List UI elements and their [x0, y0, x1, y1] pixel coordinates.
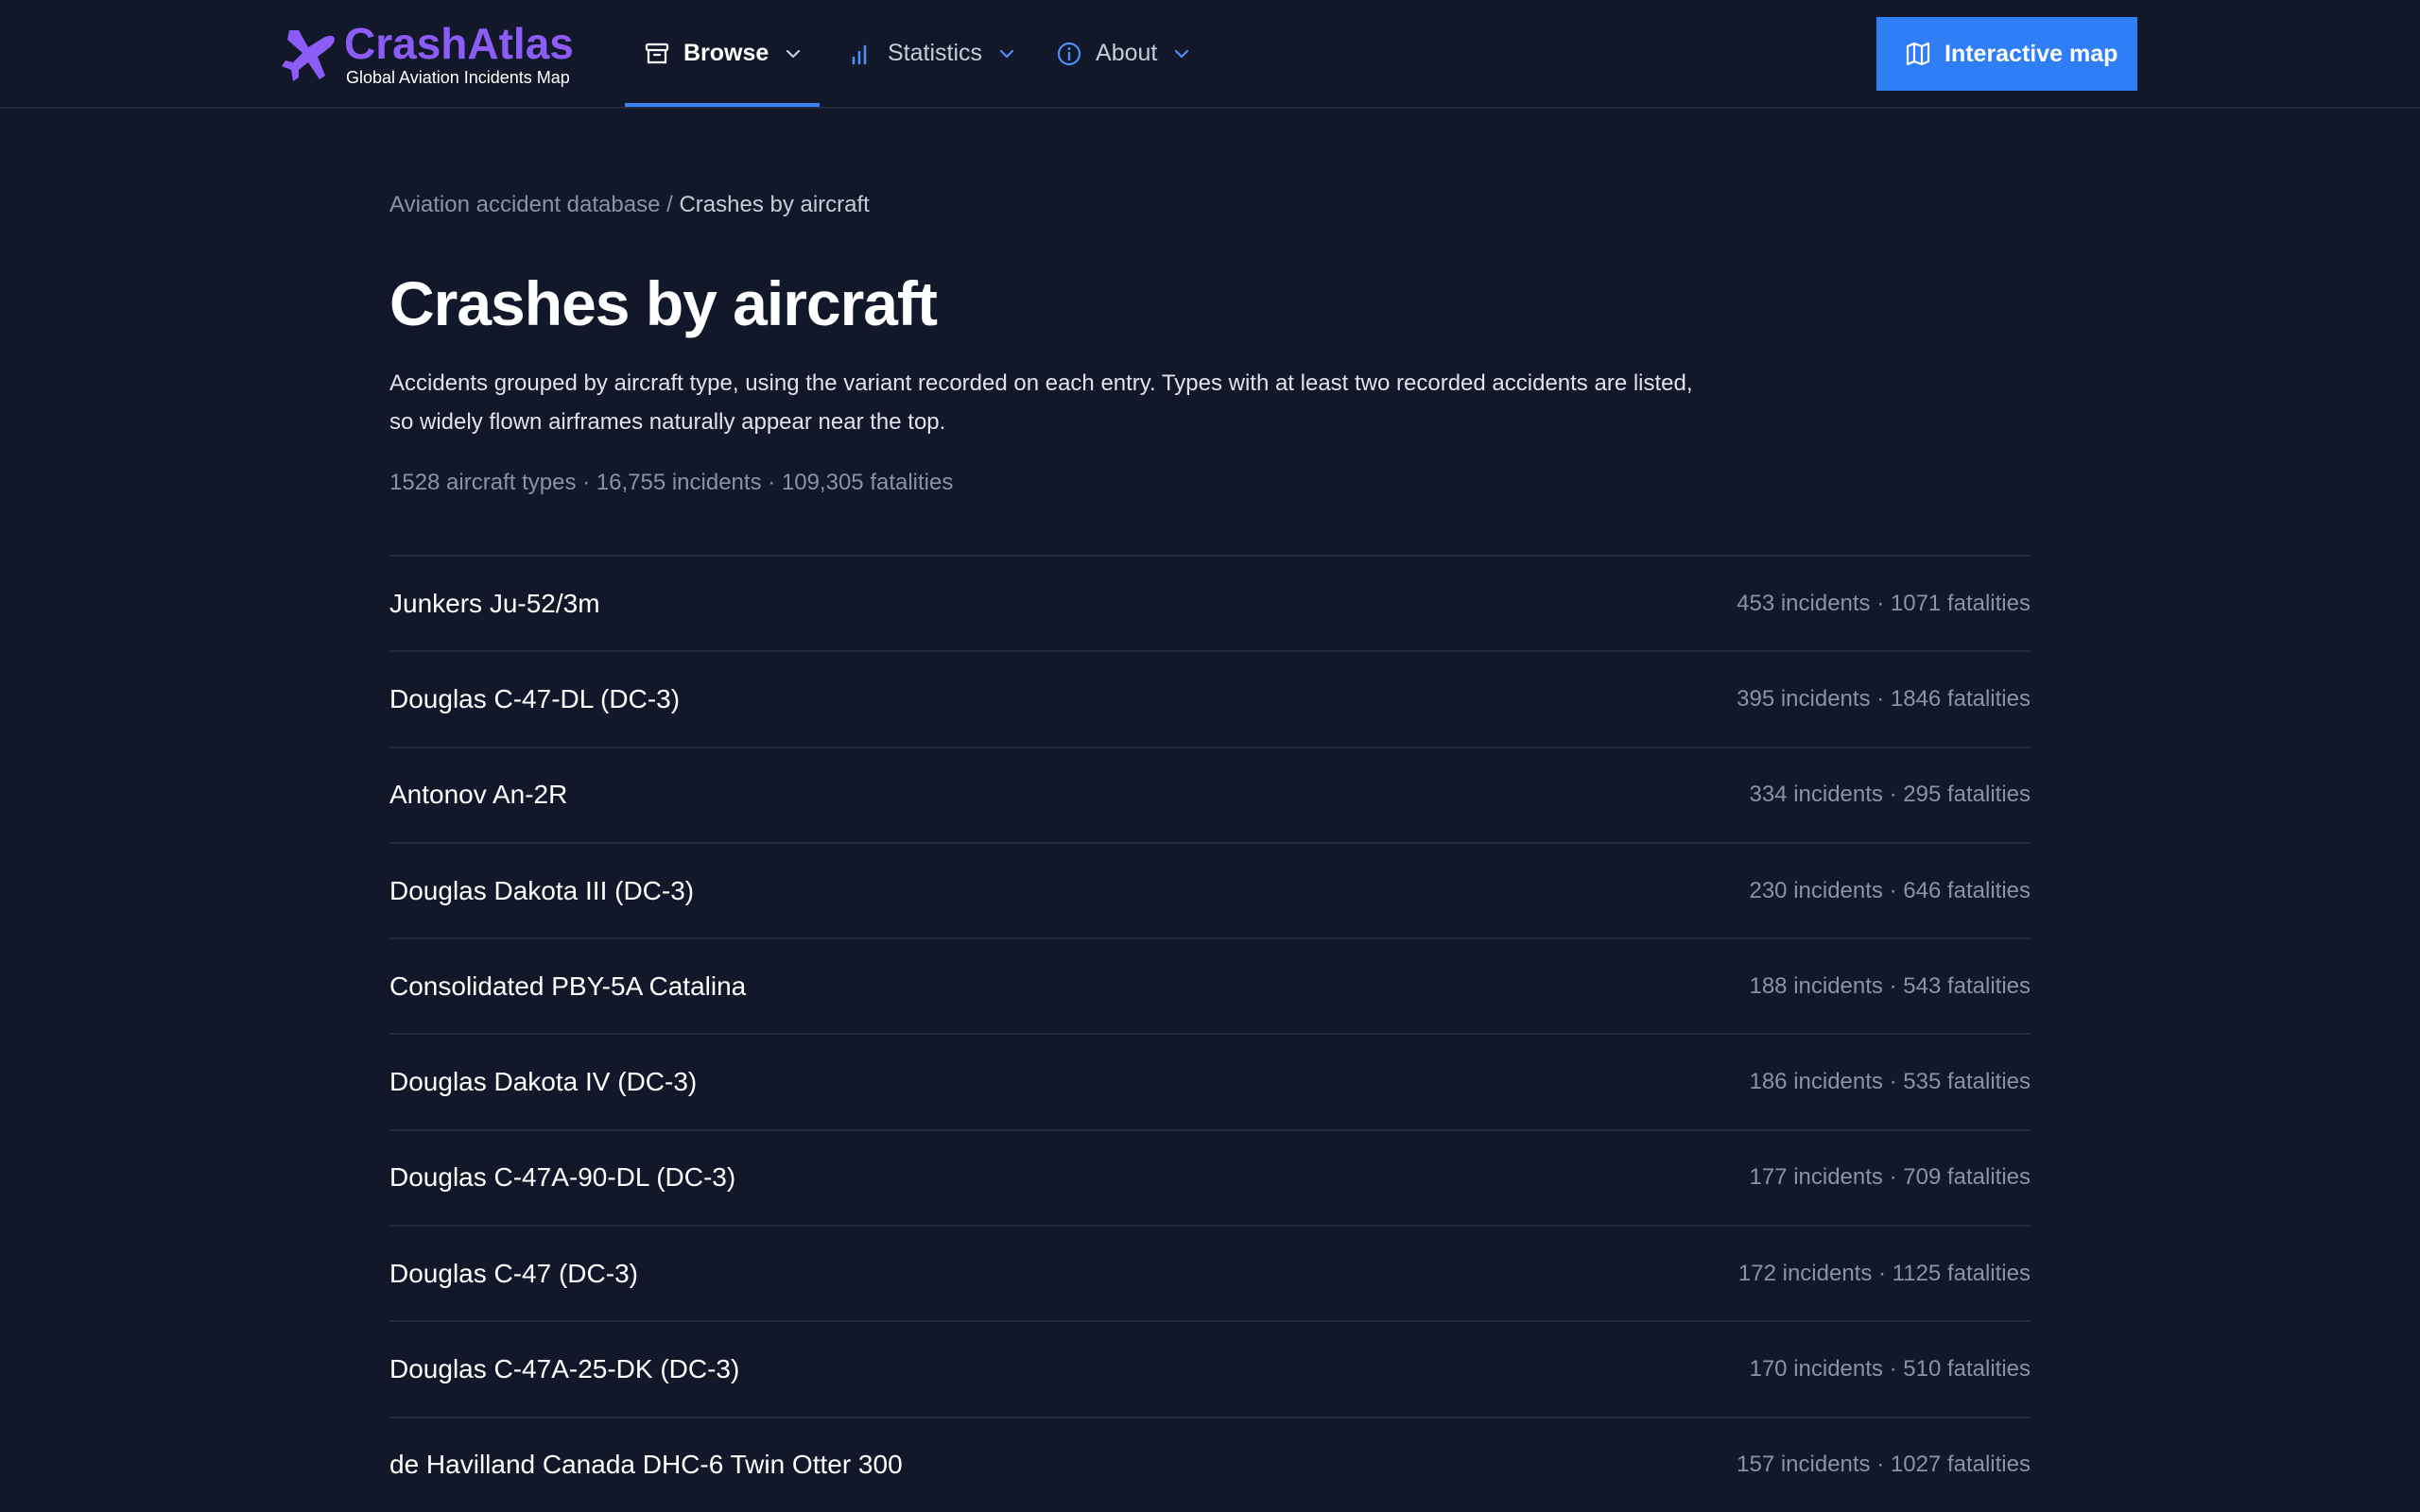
- aircraft-stats: 170 incidents · 510 fatalities: [1749, 1356, 2031, 1383]
- aircraft-name: Junkers Ju-52/3m: [389, 588, 600, 618]
- breadcrumb-parent-link[interactable]: Aviation accident database: [389, 192, 660, 217]
- aircraft-stats: 186 incidents · 535 fatalities: [1749, 1069, 2031, 1095]
- nav-about[interactable]: About: [1037, 0, 1212, 107]
- aircraft-name: Douglas C-47 (DC-3): [389, 1258, 638, 1288]
- aircraft-stats: 334 incidents · 295 fatalities: [1749, 782, 2031, 808]
- aircraft-list-item[interactable]: Consolidated PBY-5A Catalina 188 inciden…: [389, 937, 2031, 1033]
- aircraft-stats: 453 incidents · 1071 fatalities: [1737, 590, 2031, 616]
- brand-logo[interactable]: CrashAtlas Global Aviation Incidents Map: [280, 19, 574, 91]
- summary-stats: 1528 aircraft types · 16,755 incidents ·…: [389, 470, 954, 495]
- breadcrumb-separator: /: [660, 192, 680, 217]
- nav-statistics[interactable]: Statistics: [829, 0, 1037, 107]
- map-icon: [1905, 41, 1931, 67]
- breadcrumb: Aviation accident database / Crashes by …: [389, 192, 870, 218]
- aircraft-list-item[interactable]: Douglas C-47 (DC-3) 172 incidents · 1125…: [389, 1225, 2031, 1320]
- aircraft-stats: 395 incidents · 1846 fatalities: [1737, 685, 2031, 712]
- nav-statistics-label: Statistics: [888, 40, 983, 66]
- aircraft-stats: 230 incidents · 646 fatalities: [1749, 877, 2031, 903]
- aircraft-stats: 177 incidents · 709 fatalities: [1749, 1164, 2031, 1191]
- aircraft-name: Douglas Dakota IV (DC-3): [389, 1067, 698, 1097]
- aircraft-stats: 172 incidents · 1125 fatalities: [1737, 1260, 2031, 1286]
- archive-icon: [644, 41, 670, 67]
- aircraft-name: Douglas Dakota III (DC-3): [389, 875, 695, 905]
- aircraft-list-item[interactable]: Douglas Dakota III (DC-3) 230 incidents …: [389, 841, 2031, 937]
- top-navigation-bar: CrashAtlas Global Aviation Incidents Map…: [0, 0, 2420, 109]
- aircraft-list-item[interactable]: Antonov An-2R 334 incidents · 295 fatali…: [389, 746, 2031, 842]
- brand-text: CrashAtlas Global Aviation Incidents Map: [344, 22, 574, 88]
- chevron-down-icon: [784, 44, 803, 63]
- aircraft-name: Antonov An-2R: [389, 780, 568, 810]
- aircraft-stats: 157 incidents · 1027 fatalities: [1737, 1452, 2031, 1478]
- airplane-logo-icon: [282, 30, 335, 81]
- aircraft-name: Douglas C-47A-90-DL (DC-3): [389, 1162, 736, 1193]
- aircraft-stats: 188 incidents · 543 fatalities: [1749, 972, 2031, 999]
- interactive-map-label: Interactive map: [1945, 40, 2118, 67]
- brand-name: CrashAtlas: [344, 19, 574, 68]
- chevron-down-icon: [997, 44, 1016, 63]
- nav-browse[interactable]: Browse: [625, 0, 820, 107]
- aircraft-list-item[interactable]: de Havilland Canada DHC-6 Twin Otter 300…: [389, 1416, 2031, 1512]
- aircraft-name: de Havilland Canada DHC-6 Twin Otter 300: [389, 1450, 903, 1480]
- nav-browse-label: Browse: [683, 40, 769, 66]
- chevron-down-icon: [1172, 44, 1191, 63]
- aircraft-list-item[interactable]: Douglas C-47A-25-DK (DC-3) 170 incidents…: [389, 1320, 2031, 1416]
- aircraft-list-item[interactable]: Douglas Dakota IV (DC-3) 186 incidents ·…: [389, 1033, 2031, 1128]
- brand-tagline: Global Aviation Incidents Map: [346, 68, 570, 87]
- page-title: Crashes by aircraft: [389, 268, 938, 338]
- aircraft-list: Junkers Ju-52/3m 453 incidents · 1071 fa…: [389, 555, 2031, 1512]
- interactive-map-button[interactable]: Interactive map: [1876, 17, 2137, 91]
- info-icon: [1056, 41, 1082, 67]
- aircraft-list-item[interactable]: Douglas C-47A-90-DL (DC-3) 177 incidents…: [389, 1128, 2031, 1225]
- main-nav: Browse Statistics About: [625, 0, 1212, 107]
- aircraft-name: Douglas C-47-DL (DC-3): [389, 683, 681, 713]
- breadcrumb-current: Crashes by aircraft: [679, 192, 870, 217]
- bar-chart-icon: [848, 41, 874, 67]
- aircraft-name: Consolidated PBY-5A Catalina: [389, 971, 747, 1001]
- aircraft-list-item[interactable]: Douglas C-47-DL (DC-3) 395 incidents · 1…: [389, 650, 2031, 746]
- aircraft-list-item[interactable]: Junkers Ju-52/3m 453 incidents · 1071 fa…: [389, 555, 2031, 650]
- page-description: Accidents grouped by aircraft type, usin…: [389, 370, 1693, 435]
- nav-about-label: About: [1096, 40, 1158, 66]
- aircraft-name: Douglas C-47A-25-DK (DC-3): [389, 1354, 740, 1384]
